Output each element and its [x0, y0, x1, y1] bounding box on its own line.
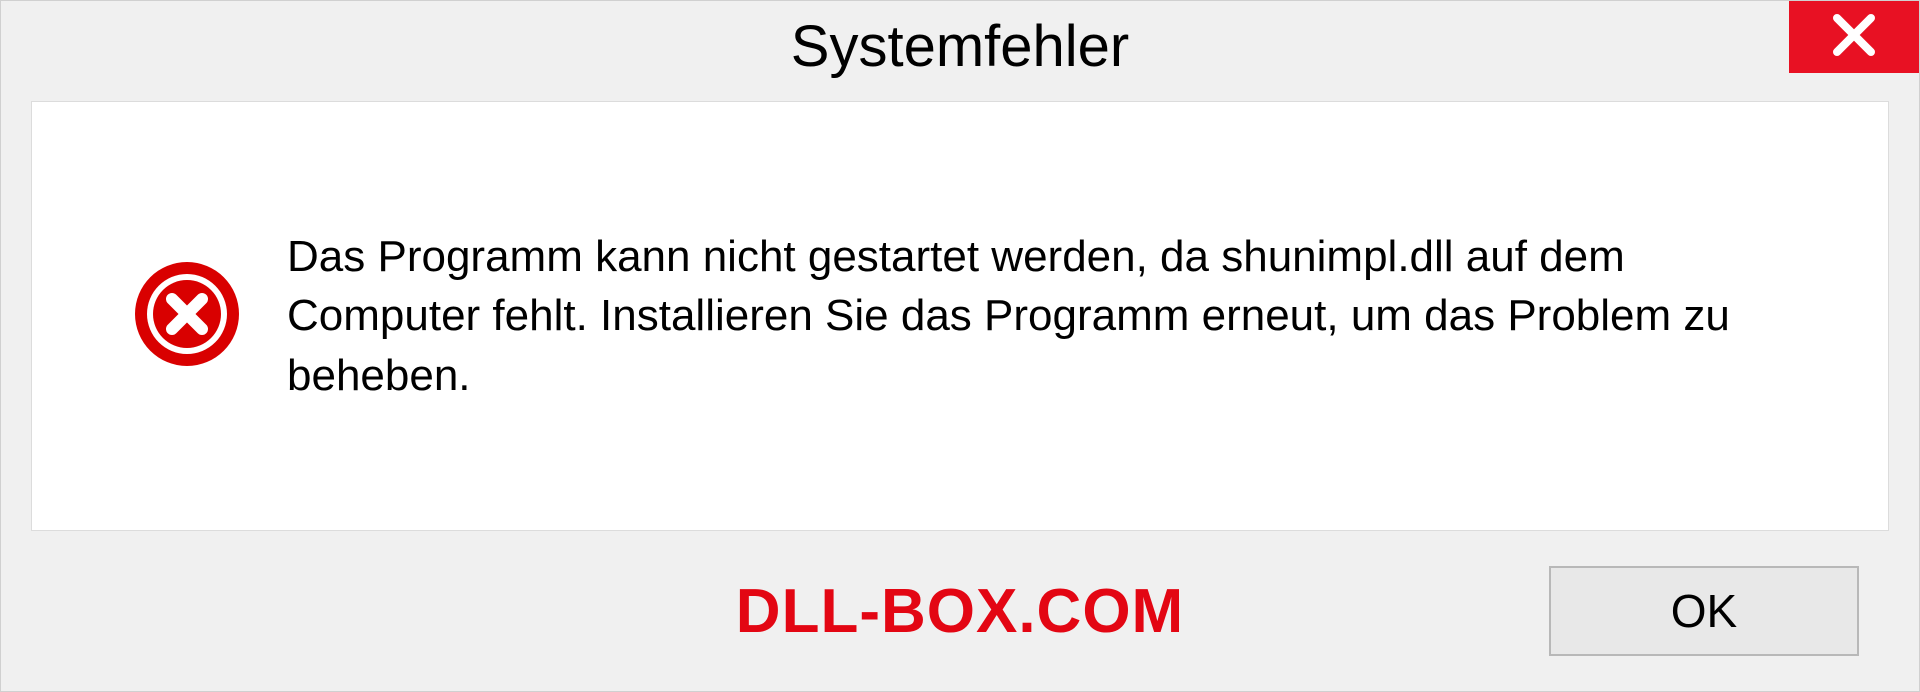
content-panel: Das Programm kann nicht gestartet werden… [31, 101, 1889, 531]
error-icon [132, 259, 242, 374]
dialog-title: Systemfehler [791, 13, 1129, 80]
titlebar: Systemfehler [1, 1, 1919, 91]
close-icon [1829, 10, 1879, 65]
ok-button[interactable]: OK [1549, 566, 1859, 656]
close-button[interactable] [1789, 1, 1919, 73]
error-message: Das Programm kann nicht gestartet werden… [287, 227, 1787, 405]
error-dialog: Systemfehler Das Programm kann nicht ges… [0, 0, 1920, 692]
watermark-text: DLL-BOX.COM [736, 576, 1184, 647]
dialog-footer: DLL-BOX.COM OK [1, 551, 1919, 691]
